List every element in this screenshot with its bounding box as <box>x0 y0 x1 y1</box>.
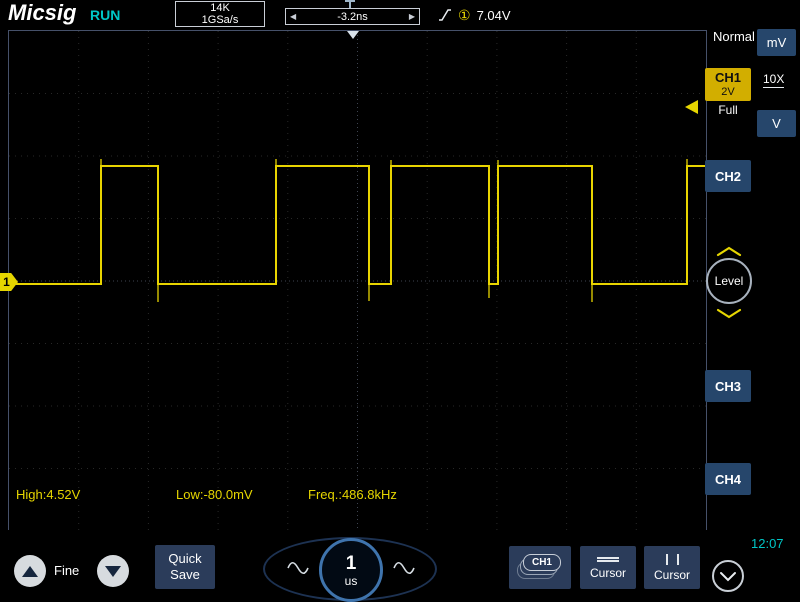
clock: 12:07 <box>751 536 784 551</box>
quick-save-label-line1: Quick <box>168 551 202 566</box>
measurement-low: Low:-80.0mV <box>176 487 253 502</box>
channel-layers-icon: CH1 <box>517 554 565 581</box>
graticule <box>9 31 706 531</box>
memory-depth: 14K <box>210 2 230 14</box>
ch2-button[interactable]: CH2 <box>705 160 751 192</box>
v-button[interactable]: V <box>757 110 796 137</box>
trigger-info[interactable]: ① 7.04V <box>438 5 511 25</box>
trigger-position-handle-icon[interactable] <box>344 0 356 8</box>
mv-button[interactable]: mV <box>757 29 796 56</box>
vertical-cursor-icon <box>665 553 679 565</box>
quick-save-label-line2: Save <box>170 567 200 582</box>
trigger-position-value: -3.2ns <box>337 10 368 23</box>
ch3-button[interactable]: CH3 <box>705 370 751 402</box>
oscilloscope-screen: Micsig RUN 14K 1GSa/s ◀ -3.2ns ▶ ① 7.04V… <box>0 0 800 602</box>
timebase-value: 1 <box>345 552 357 574</box>
waveform-display[interactable] <box>8 30 707 532</box>
level-down-chevron-icon[interactable] <box>716 308 742 319</box>
ch4-button[interactable]: CH4 <box>705 463 751 495</box>
channel-layers-label: CH1 <box>523 554 561 571</box>
level-knob[interactable]: Level <box>706 258 752 304</box>
bandwidth-label: Full <box>718 103 738 117</box>
quick-save-button[interactable]: Quick Save <box>155 545 215 589</box>
channel-select-button[interactable]: CH1 <box>509 546 571 589</box>
trigger-position-left-arrow-icon[interactable]: ◀ <box>290 12 296 21</box>
fine-up-button[interactable] <box>14 555 46 587</box>
brand-logo: Micsig <box>8 0 77 25</box>
sample-rate: 1GSa/s <box>201 14 239 26</box>
measurement-high: High:4.52V <box>16 487 81 502</box>
collapse-menu-button[interactable] <box>712 560 744 592</box>
trigger-position-box[interactable]: ◀ -3.2ns ▶ <box>285 8 420 25</box>
level-up-chevron-icon[interactable] <box>716 246 742 257</box>
vertical-cursor-label: Cursor <box>653 567 690 582</box>
sine-left-icon[interactable] <box>286 560 310 576</box>
bottom-control-bar: Fine Quick Save 1 us CH1 Cursor Cursor 1… <box>0 530 800 602</box>
probe-attenuation-label[interactable]: 10X <box>763 72 785 88</box>
ch1-label: CH1 <box>714 69 741 85</box>
vertical-cursor-button[interactable]: Cursor <box>644 546 700 589</box>
chevron-down-icon <box>720 571 736 581</box>
run-status[interactable]: RUN <box>90 7 120 23</box>
rising-edge-icon <box>439 9 451 21</box>
top-status-bar: Micsig RUN 14K 1GSa/s ◀ -3.2ns ▶ ① 7.04V <box>0 0 800 30</box>
sine-right-icon[interactable] <box>392 560 416 576</box>
timebase-unit: us <box>344 573 358 588</box>
waveform-plot <box>9 31 706 531</box>
horizontal-cursor-icon <box>597 556 619 563</box>
trigger-position-right-arrow-icon[interactable]: ▶ <box>409 12 415 21</box>
fine-label: Fine <box>54 563 80 578</box>
horizontal-cursor-button[interactable]: Cursor <box>580 546 636 589</box>
acquisition-info-box[interactable]: 14K 1GSa/s <box>175 1 265 27</box>
down-triangle-icon <box>105 565 121 577</box>
ch1-button[interactable]: CH1 2V <box>705 68 751 101</box>
trigger-mode-label[interactable]: Normal <box>713 29 755 44</box>
up-triangle-icon <box>22 565 38 577</box>
horizontal-cursor-label: Cursor <box>589 565 626 580</box>
measurement-freq: Freq.:486.8kHz <box>308 487 397 502</box>
timebase-button[interactable]: 1 us <box>319 538 383 602</box>
trigger-source-badge: ① <box>458 7 471 23</box>
trigger-level-value: 7.04V <box>476 7 511 23</box>
trigger-level-arrow[interactable] <box>685 100 698 114</box>
ch1-scale: 2V <box>721 85 735 98</box>
fine-down-button[interactable] <box>97 555 129 587</box>
